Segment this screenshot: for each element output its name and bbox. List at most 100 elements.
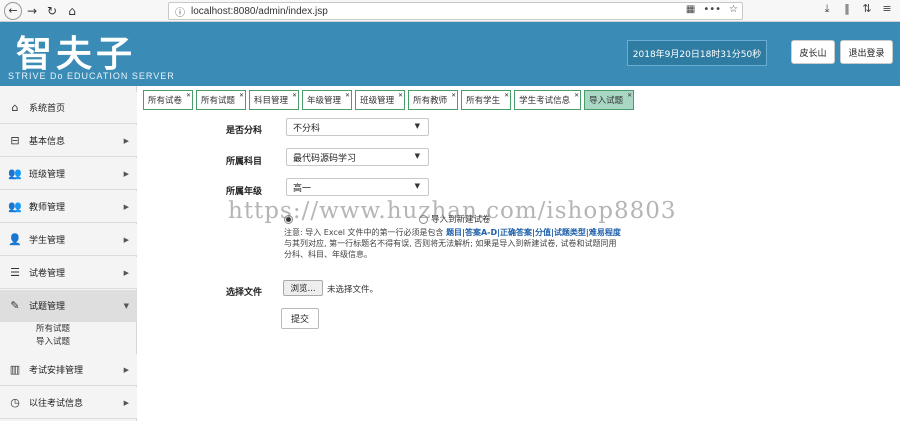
caret-right-icon: ▶ xyxy=(123,235,129,244)
library-icon[interactable]: ‖ xyxy=(840,2,854,16)
logo-title: 智夫子 xyxy=(16,33,137,75)
sidebar-item-past-exams[interactable]: ◷ 以往考试信息 ▶ xyxy=(0,387,137,419)
tab-label: 所有教师 xyxy=(413,96,448,106)
sidebar-item-label: 试卷管理 xyxy=(29,269,66,279)
sidebar-item-question[interactable]: ✎ 试题管理 ▼ xyxy=(0,290,137,322)
caret-right-icon: ▶ xyxy=(123,169,129,178)
reload-icon[interactable]: ↻ xyxy=(42,1,62,21)
close-icon[interactable]: ✕ xyxy=(186,92,191,99)
grade-select[interactable]: 高一 ▼ xyxy=(286,178,429,196)
sidebar-item-label: 班级管理 xyxy=(29,170,66,180)
tab-label: 科目管理 xyxy=(254,96,289,106)
chevron-down-icon: ▼ xyxy=(414,182,420,190)
sidebar-item-label: 考试安排管理 xyxy=(29,366,84,376)
sidebar-item-label: 教师管理 xyxy=(29,203,66,213)
sidebar-item-label: 学生管理 xyxy=(29,236,66,246)
grade-label: 所属年级 xyxy=(226,187,263,197)
forward-icon[interactable]: → xyxy=(22,1,42,21)
tab-label: 导入试题 xyxy=(589,96,624,106)
sidebar-subitem-import-questions[interactable]: 导入试题 xyxy=(36,335,70,347)
user-icon: 👤 xyxy=(8,233,22,246)
note-suffix: 与其列对应, 第一行标题名不得有误, 否则将无法解析; 如果是导入到新建试卷, … xyxy=(284,239,617,259)
books-icon: ▥ xyxy=(9,363,21,376)
caret-right-icon: ▶ xyxy=(123,202,129,211)
close-icon[interactable]: ✕ xyxy=(574,92,579,99)
subject-label: 所属科目 xyxy=(226,157,263,167)
sidebar-item-label: 试题管理 xyxy=(29,302,66,312)
select-value: 高一 xyxy=(293,183,312,194)
tab-label: 所有学生 xyxy=(466,96,501,106)
qr-icon[interactable]: ▦ xyxy=(686,4,695,15)
sidebar-item-label: 以往考试信息 xyxy=(29,399,84,409)
menu-icon[interactable]: ≡ xyxy=(880,2,894,16)
tab-all-papers[interactable]: 所有试卷 ✕ xyxy=(143,90,194,110)
info-icon[interactable]: ⓘ xyxy=(175,4,185,19)
select-value: 不分科 xyxy=(293,123,321,134)
more-icon[interactable]: ••• xyxy=(703,4,721,15)
chevron-down-icon: ▼ xyxy=(414,152,420,160)
caret-right-icon: ▶ xyxy=(123,136,129,145)
paper-icon: ☰ xyxy=(10,266,20,279)
download-icon[interactable]: ⤓ xyxy=(820,2,834,16)
file-label: 选择文件 xyxy=(226,288,263,298)
browse-button[interactable]: 浏览... xyxy=(283,280,323,296)
tab-import-questions[interactable]: 导入试题 ✕ xyxy=(584,90,635,110)
tab-all-teachers[interactable]: 所有教师 ✕ xyxy=(408,90,459,110)
caret-down-icon: ▼ xyxy=(123,301,129,310)
close-icon[interactable]: ✕ xyxy=(451,92,456,99)
tab-all-students[interactable]: 所有学生 ✕ xyxy=(461,90,512,110)
tab-grade-management[interactable]: 年级管理 ✕ xyxy=(302,90,353,110)
sidebar-item-student[interactable]: 👤 学生管理 ▶ xyxy=(0,224,137,256)
sidebar-item-paper[interactable]: ☰ 试卷管理 ▶ xyxy=(0,257,137,289)
back-icon[interactable]: ← xyxy=(4,1,22,20)
import-note: 注意: 导入 Excel 文件中的第一行必须是包含 题目|答案A-D|正确答案|… xyxy=(284,227,624,260)
close-icon[interactable]: ✕ xyxy=(292,92,297,99)
tab-subject-management[interactable]: 科目管理 ✕ xyxy=(249,90,300,110)
sidebar-item-class[interactable]: 👥 班级管理 ▶ xyxy=(0,158,137,190)
note-prefix: 注意: 导入 Excel 文件中的第一行必须是包含 xyxy=(284,228,447,237)
caret-right-icon: ▶ xyxy=(123,398,129,407)
note-emphasis: 题目|答案A-D|正确答案|分值|试题类型|难易程度 xyxy=(446,228,621,237)
home-icon[interactable]: ⌂ xyxy=(62,1,82,21)
sidebar-item-teacher[interactable]: 👥 教师管理 ▶ xyxy=(0,191,137,223)
sidebar-item-basic-info[interactable]: ⊟ 基本信息 ▶ xyxy=(0,125,137,157)
tab-label: 学生考试信息 xyxy=(519,96,571,106)
select-value: 最代码源码学习 xyxy=(293,153,357,164)
close-icon[interactable]: ✕ xyxy=(345,92,350,99)
user-button[interactable]: 皮长山 xyxy=(791,40,835,64)
logout-button[interactable]: 退出登录 xyxy=(840,40,893,64)
datetime-display: 2018年9月20日18时31分50秒 xyxy=(627,40,767,66)
sidebar-subitem-all-questions[interactable]: 所有试题 xyxy=(36,322,70,334)
tab-student-exam-info[interactable]: 学生考试信息 ✕ xyxy=(514,90,582,110)
close-icon[interactable]: ✕ xyxy=(239,92,244,99)
tab-bar: 所有试卷 ✕ 所有试题 ✕ 科目管理 ✕ 年级管理 ✕ 班级管理 ✕ 所有教师 ✕ 所有学生… xyxy=(143,90,635,110)
users-icon: 👥 xyxy=(8,167,22,180)
split-subject-select[interactable]: 不分科 ▼ xyxy=(286,118,429,136)
browser-toolbar: ← → ↻ ⌂ ⓘ localhost:8080/admin/index.jsp… xyxy=(0,0,900,22)
address-bar[interactable]: ⓘ localhost:8080/admin/index.jsp ▦ ••• ☆ xyxy=(168,2,743,20)
close-icon[interactable]: ✕ xyxy=(627,92,632,99)
tab-label: 所有试题 xyxy=(201,96,236,106)
sidebar-item-label: 系统首页 xyxy=(29,104,66,114)
caret-right-icon: ▶ xyxy=(123,365,129,374)
close-icon[interactable]: ✕ xyxy=(398,92,403,99)
app-header: 智夫子 STRIVE Do EDUCATION SERVER 2018年9月20… xyxy=(0,22,900,86)
close-icon[interactable]: ✕ xyxy=(504,92,509,99)
info-box-icon: ⊟ xyxy=(10,134,20,147)
tab-label: 年级管理 xyxy=(307,96,342,106)
tab-label: 班级管理 xyxy=(360,96,395,106)
sidebar: ⌂ 系统首页 ⊟ 基本信息 ▶ 👥 班级管理 ▶ 👥 教师管理 ▶ 👤 学生管理… xyxy=(0,86,137,421)
tab-all-questions[interactable]: 所有试题 ✕ xyxy=(196,90,247,110)
sidebar-icon[interactable]: ⇅ xyxy=(860,2,874,16)
chevron-down-icon: ▼ xyxy=(414,122,420,130)
edit-icon: ✎ xyxy=(10,299,20,312)
tab-class-management[interactable]: 班级管理 ✕ xyxy=(355,90,406,110)
subject-select[interactable]: 最代码源码学习 ▼ xyxy=(286,148,429,166)
submit-button[interactable]: 提交 xyxy=(281,308,319,329)
file-status: 未选择文件。 xyxy=(327,285,379,295)
clock-icon: ◷ xyxy=(10,396,20,409)
sidebar-item-exam-schedule[interactable]: ▥ 考试安排管理 ▶ xyxy=(0,354,137,386)
star-icon[interactable]: ☆ xyxy=(729,4,738,15)
home-icon: ⌂ xyxy=(11,101,19,114)
sidebar-item-home[interactable]: ⌂ 系统首页 xyxy=(0,92,137,124)
